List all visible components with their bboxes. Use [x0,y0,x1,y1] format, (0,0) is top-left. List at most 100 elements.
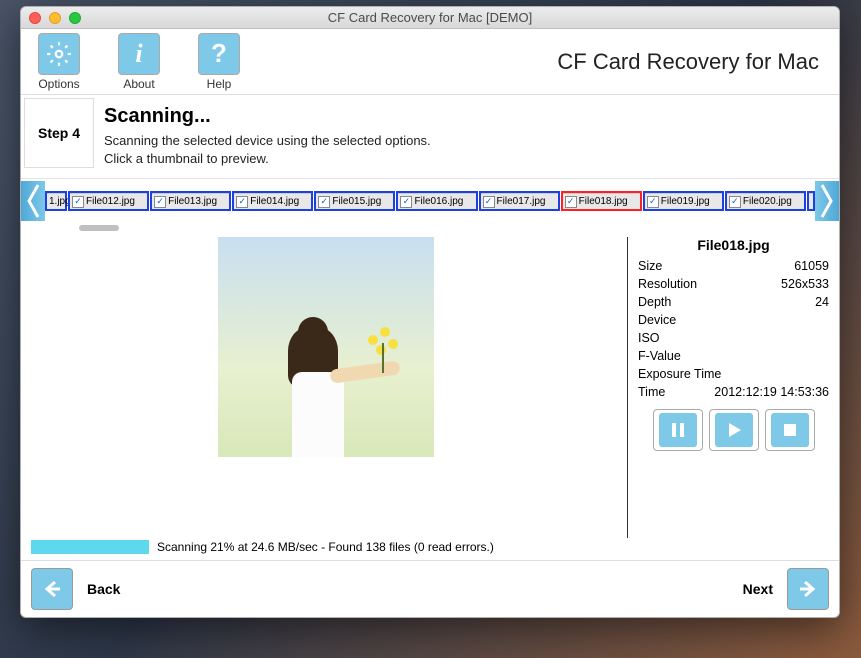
thumbnail[interactable]: ✓File014.jpg [232,191,313,211]
chevron-left-icon [26,181,40,221]
app-title: CF Card Recovery for Mac [557,49,829,75]
thumbnail-checkbox[interactable]: ✓ [400,196,412,208]
thumbnail[interactable]: ✓File012.jpg [68,191,149,211]
thumbnail[interactable]: ✓File013.jpg [150,191,231,211]
thumbnail-checkbox[interactable]: ✓ [154,196,166,208]
thumbnail-checkbox[interactable]: ✓ [236,196,248,208]
close-window-button[interactable] [29,12,41,24]
toolbar: Options i About ? Help CF Card Recovery … [21,29,839,95]
thumbnail-label: File012.jpg [86,196,135,207]
thumbnail-checkbox[interactable]: ✓ [318,196,330,208]
titlebar: CF Card Recovery for Mac [DEMO] [21,7,839,29]
thumbnail[interactable]: ✓File018.jpg [561,191,642,211]
thumbnail-label: File016.jpg [414,196,463,207]
help-label: Help [207,77,232,91]
next-button[interactable] [787,568,829,610]
step-panel: Step 4 Scanning... Scanning the selected… [21,95,839,179]
thumbnail-scrollbar[interactable] [21,223,839,233]
thumbnail-strip: 1.jpg✓File012.jpg✓File013.jpg✓File014.jp… [21,179,839,223]
zoom-window-button[interactable] [69,12,81,24]
detail-row: Resolution 526x533 [638,277,829,291]
stop-button[interactable] [765,409,815,451]
playback-controls [638,409,829,451]
info-icon: i [135,39,142,69]
thumbnail-checkbox[interactable]: ✓ [72,196,84,208]
detail-key: Depth [638,295,671,309]
scrollbar-thumb[interactable] [79,225,119,231]
step-desc-1: Scanning the selected device using the s… [104,132,431,150]
thumbnail-partial[interactable] [807,191,815,211]
detail-key: F-Value [638,349,681,363]
detail-pane: File018.jpg Size 61059 Resolution 526x533 De… [627,237,829,538]
preview-pane [31,237,621,538]
thumbnail-label: File020.jpg [743,196,792,207]
thumbnail-list: 1.jpg✓File012.jpg✓File013.jpg✓File014.jp… [45,191,815,211]
help-button[interactable]: ? [198,33,240,75]
about-label: About [123,77,154,91]
progress-row: Scanning 21% at 24.6 MB/sec - Found 138 … [21,538,839,561]
detail-key: ISO [638,331,660,345]
detail-value: 24 [815,295,829,309]
options-label: Options [38,77,79,91]
wizard-nav: Back Next [21,561,839,617]
thumbnail-label: File014.jpg [250,196,299,207]
detail-row: Time 2012:12:19 14:53:36 [638,385,829,399]
detail-filename: File018.jpg [638,237,829,253]
app-window: CF Card Recovery for Mac [DEMO] Options … [20,6,840,618]
progress-text: Scanning 21% at 24.6 MB/sec - Found 138 … [157,540,494,554]
step-heading: Scanning... [104,105,431,128]
thumbnail-label: File015.jpg [332,196,381,207]
back-label: Back [87,581,120,597]
stop-icon [781,421,799,439]
minimize-window-button[interactable] [49,12,61,24]
detail-key: Time [638,385,665,399]
step-badge: Step 4 [24,98,94,168]
step-text: Scanning... Scanning the selected device… [104,95,431,178]
thumbnail-label: File018.jpg [579,196,628,207]
play-icon [725,421,743,439]
detail-row: Depth 24 [638,295,829,309]
options-item: Options [31,33,87,91]
thumbnail-checkbox[interactable]: ✓ [565,196,577,208]
help-item: ? Help [191,33,247,91]
window-title: CF Card Recovery for Mac [DEMO] [21,10,839,25]
preview-image [218,237,434,457]
back-button[interactable] [31,568,73,610]
thumbnail-checkbox[interactable]: ✓ [647,196,659,208]
thumbnail[interactable]: ✓File020.jpg [725,191,806,211]
thumbnail-label: File019.jpg [661,196,710,207]
detail-key: Exposure Time [638,367,721,381]
detail-value: 2012:12:19 14:53:36 [714,385,829,399]
thumbnail[interactable]: ✓File019.jpg [643,191,724,211]
thumbnail-partial[interactable]: 1.jpg [45,191,67,211]
detail-row: Size 61059 [638,259,829,273]
gear-icon [46,41,72,67]
chevron-right-icon [820,181,834,221]
thumbnail-checkbox[interactable]: ✓ [483,196,495,208]
thumbnail[interactable]: ✓File015.jpg [314,191,395,211]
play-button[interactable] [709,409,759,451]
detail-key: Resolution [638,277,697,291]
pause-icon [669,421,687,439]
scroll-right-button[interactable] [815,181,839,221]
thumbnail-checkbox[interactable]: ✓ [729,196,741,208]
detail-row: Device [638,313,829,327]
pause-button[interactable] [653,409,703,451]
detail-value: 526x533 [781,277,829,291]
question-icon: ? [211,38,227,69]
options-button[interactable] [38,33,80,75]
thumbnail[interactable]: ✓File017.jpg [479,191,560,211]
thumbnail-label: File013.jpg [168,196,217,207]
progress-bar [31,540,149,554]
arrow-left-icon [40,577,64,601]
detail-key: Size [638,259,662,273]
thumbnail-label: File017.jpg [497,196,546,207]
arrow-right-icon [796,577,820,601]
step-desc-2: Click a thumbnail to preview. [104,150,431,168]
thumbnail[interactable]: ✓File016.jpg [396,191,477,211]
about-button[interactable]: i [118,33,160,75]
detail-value: 61059 [794,259,829,273]
scroll-left-button[interactable] [21,181,45,221]
detail-row: ISO [638,331,829,345]
next-label: Next [743,581,773,597]
